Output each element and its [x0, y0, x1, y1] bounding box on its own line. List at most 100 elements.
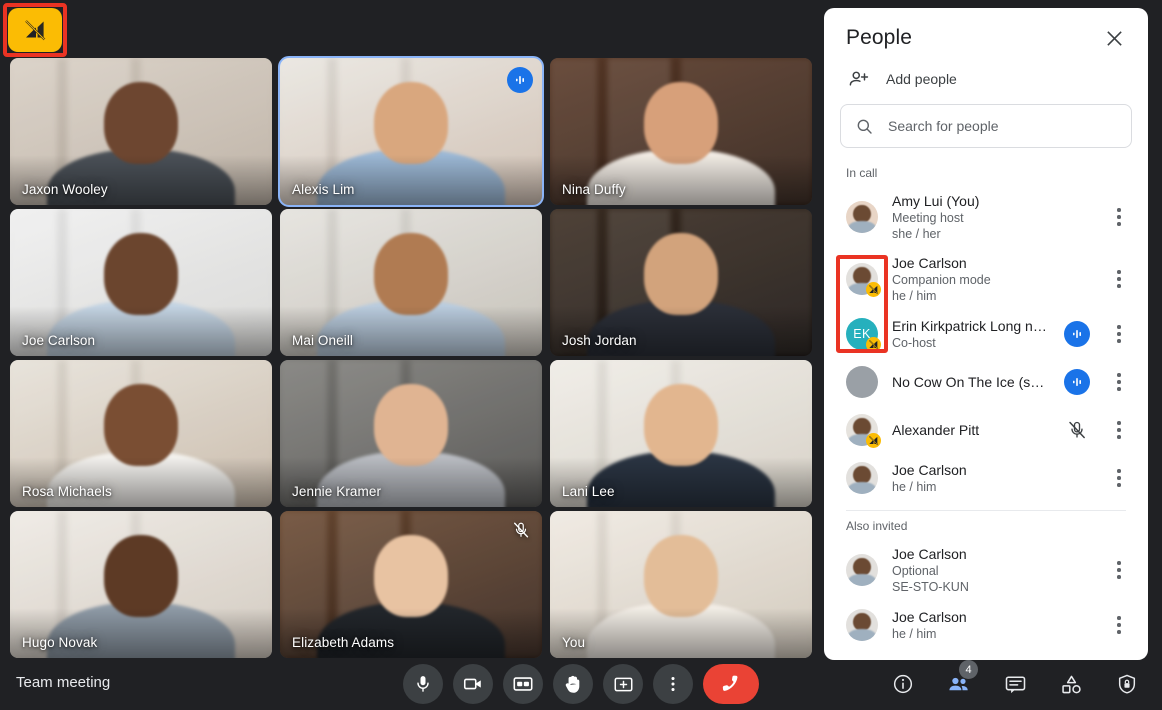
participant-row[interactable]: Joe Carlson Optional SE-STO-KUN: [824, 539, 1148, 601]
section-divider: [846, 510, 1126, 511]
row-more-options-button[interactable]: [1104, 317, 1134, 351]
row-more-options-button[interactable]: [1104, 608, 1134, 642]
participant-role: Meeting host: [892, 211, 964, 225]
add-people-button[interactable]: Add people: [824, 62, 1148, 102]
participant-row[interactable]: No Cow On The Ice (se-sto..: [824, 358, 1148, 406]
people-list[interactable]: In call Amy Lui (You) Meeting host she / he…: [824, 160, 1148, 660]
companion-mode-icon: [866, 282, 881, 297]
bottom-bar: Team meeting 4: [0, 660, 1162, 710]
participant-name: Joe Carlson: [892, 609, 967, 625]
meeting-title: Team meeting: [16, 674, 111, 691]
participant-name: Mai Oneill: [292, 333, 354, 348]
row-more-options-button[interactable]: [1104, 365, 1134, 399]
participant-name: Erin Kirkpatrick Long nam...: [892, 318, 1050, 334]
avatar: [846, 263, 881, 297]
captions-button[interactable]: [503, 664, 543, 704]
microphone-button[interactable]: [403, 664, 443, 704]
people-panel-header: People: [824, 8, 1148, 62]
avatar: [846, 462, 878, 494]
network-off-button[interactable]: [8, 8, 62, 52]
closed-caption-icon: [512, 673, 534, 695]
participant-name: Nina Duffy: [562, 182, 626, 197]
participant-pronouns: she / her: [892, 227, 941, 241]
row-more-options-button[interactable]: [1104, 413, 1134, 447]
row-more-options-button[interactable]: [1104, 461, 1134, 495]
participant-name: Hugo Novak: [22, 635, 98, 650]
present-screen-button[interactable]: [603, 664, 643, 704]
avatar-image: [846, 366, 878, 398]
participant-pronouns: SE-STO-KUN: [892, 580, 969, 594]
participant-row[interactable]: Joe Carlson Companion mode he / him: [824, 248, 1148, 310]
search-area: [824, 102, 1148, 160]
companion-mode-icon: [866, 337, 881, 352]
audio-activity-icon: [507, 67, 533, 93]
video-tile[interactable]: Jaxon Wooley: [10, 58, 272, 205]
participant-row[interactable]: EK Erin Kirkpatrick Long nam... Co-host: [824, 310, 1148, 358]
participant-name: Elizabeth Adams: [292, 635, 395, 650]
participant-count-badge: 4: [959, 660, 978, 679]
participant-name: Jaxon Wooley: [22, 182, 108, 197]
search-icon: [857, 119, 872, 134]
participant-row[interactable]: Joe Carlson he / him: [824, 601, 1148, 649]
video-tile[interactable]: Lani Lee: [550, 360, 812, 507]
participant-row[interactable]: Joe Carlson he / him: [824, 454, 1148, 502]
participant-role: Companion mode: [892, 273, 991, 287]
video-tile[interactable]: You: [550, 511, 812, 658]
video-tile[interactable]: Jennie Kramer: [280, 360, 542, 507]
participant-info: Joe Carlson he / him: [892, 608, 1090, 642]
person-add-icon: [849, 71, 869, 86]
companion-mode-icon: [866, 433, 881, 448]
participant-name: You: [562, 635, 586, 650]
more-options-button[interactable]: [653, 664, 693, 704]
participant-row[interactable]: Amy Lui (You) Meeting host she / her: [824, 186, 1148, 248]
row-more-options-button[interactable]: [1104, 553, 1134, 587]
video-tile[interactable]: Elizabeth Adams: [280, 511, 542, 658]
row-more-options-button[interactable]: [1104, 200, 1134, 234]
video-tile[interactable]: Alexis Lim: [278, 56, 544, 207]
participant-info: No Cow On The Ice (se-sto..: [892, 373, 1050, 391]
participant-role: he / him: [892, 480, 937, 494]
avatar: [846, 414, 881, 448]
participant-name: Alexander Pitt: [892, 422, 980, 438]
video-tile[interactable]: Nina Duffy: [550, 58, 812, 205]
avatar: [846, 554, 878, 586]
end-call-button[interactable]: [703, 664, 759, 704]
row-more-options-button[interactable]: [1104, 262, 1134, 296]
participant-row[interactable]: Alexander Pitt: [824, 406, 1148, 454]
search-box[interactable]: [840, 104, 1132, 148]
video-tile[interactable]: Rosa Michaels: [10, 360, 272, 507]
close-icon: [1106, 30, 1122, 46]
avatar-image: [846, 462, 878, 494]
activities-button[interactable]: [1052, 664, 1090, 704]
mic-off-icon: [1064, 420, 1090, 440]
hand-icon: [563, 674, 584, 695]
chat-icon: [1004, 673, 1027, 696]
participant-video: [550, 511, 812, 658]
video-grid: Jaxon Wooley Alexis Lim Nina Duffy Joe Carl…: [10, 56, 822, 662]
participant-role: he / him: [892, 627, 937, 641]
avatar: [846, 366, 878, 398]
raise-hand-button[interactable]: [553, 664, 593, 704]
participant-info: Alexander Pitt: [892, 421, 1050, 439]
section-label: Also invited: [846, 519, 908, 533]
avatar-image: [846, 554, 878, 586]
search-input[interactable]: [888, 118, 1117, 134]
video-tile[interactable]: Hugo Novak: [10, 511, 272, 658]
video-tile[interactable]: Josh Jordan: [550, 209, 812, 356]
people-button[interactable]: 4: [940, 660, 978, 704]
avatar: EK: [846, 318, 881, 352]
participant-pronouns: he / him: [892, 289, 937, 303]
participant-info: Joe Carlson he / him: [892, 461, 1090, 495]
host-controls-button[interactable]: [1108, 664, 1146, 704]
participant-name: Joe Carlson: [22, 333, 96, 348]
info-icon: [892, 673, 914, 695]
camera-button[interactable]: [453, 664, 493, 704]
chat-button[interactable]: [996, 664, 1034, 704]
close-panel-button[interactable]: [1100, 24, 1128, 52]
meet-window: Jaxon Wooley Alexis Lim Nina Duffy Joe Carl…: [0, 0, 1162, 710]
more-vertical-icon: [663, 674, 683, 694]
meeting-details-button[interactable]: [884, 664, 922, 704]
present-screen-icon: [613, 674, 634, 695]
video-tile[interactable]: Mai Oneill: [280, 209, 542, 356]
video-tile[interactable]: Joe Carlson: [10, 209, 272, 356]
